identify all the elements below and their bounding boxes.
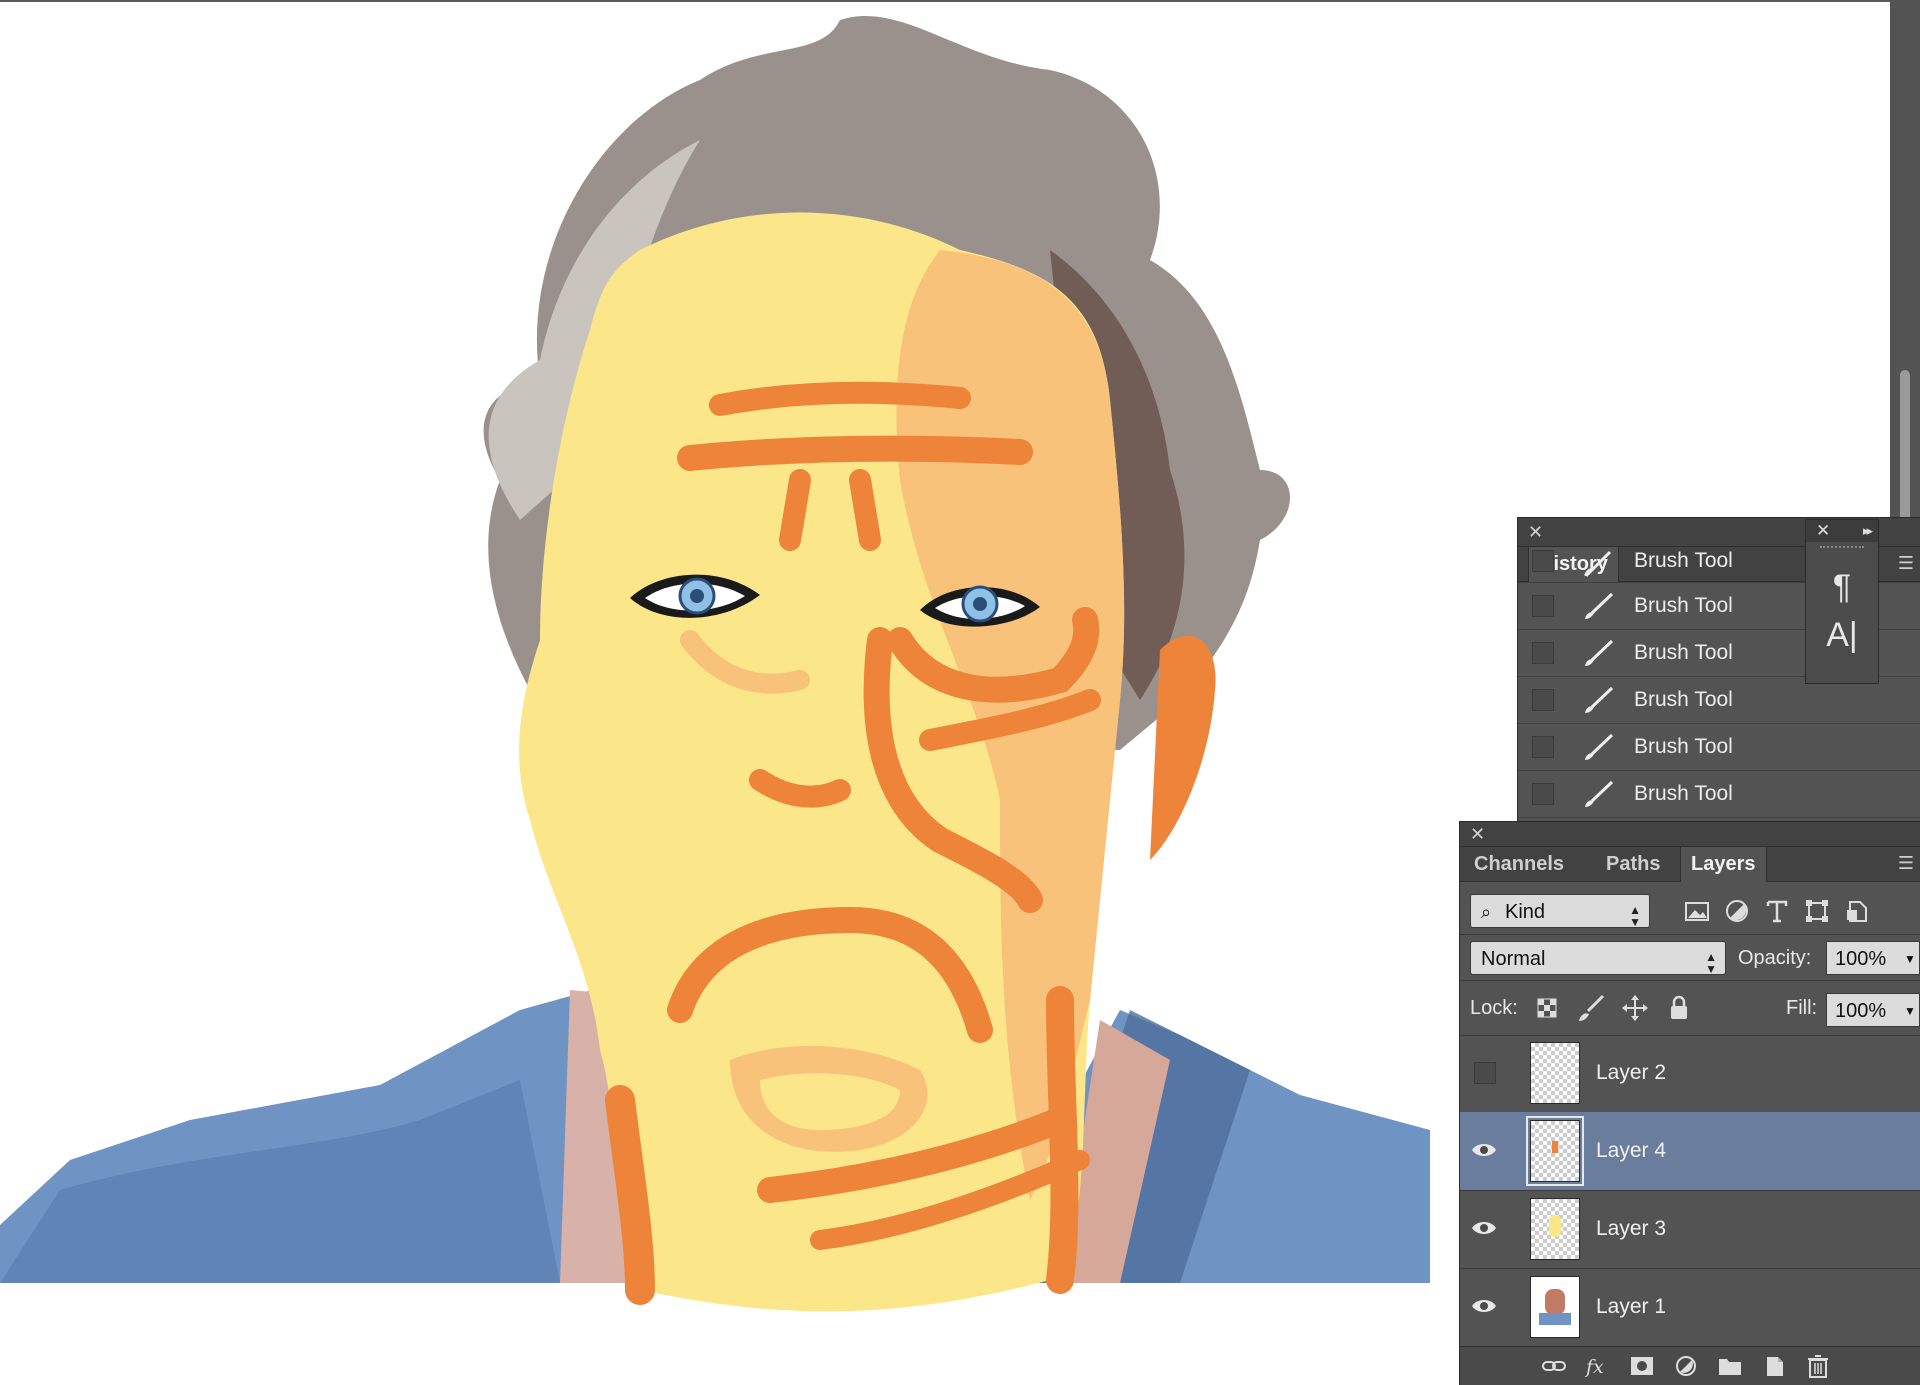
history-item-label: Brush Tool [1634,688,1733,711]
search-icon: ⌕ [1481,902,1492,922]
lock-row: Lock: Fill: 100% ▼ [1460,980,1920,1036]
layer-thumbnail [1526,1116,1584,1186]
smart-object-filter-icon[interactable] [1842,896,1872,926]
portrait-artwork [0,15,1430,1312]
trash-icon[interactable] [1804,1353,1832,1379]
new-group-folder-icon[interactable] [1716,1353,1744,1379]
brush-icon [1585,780,1614,807]
layer-name[interactable]: Layer 2 [1596,1034,1666,1112]
character-panel-close-icon[interactable]: ✕ [1816,520,1830,542]
lock-transparent-pixels-icon[interactable] [1532,993,1562,1023]
paragraph-icon[interactable]: ¶ [1806,568,1878,607]
history-snapshot-checkbox[interactable] [1532,642,1554,664]
blend-mode-select[interactable]: Normal ▲ ▼ [1470,941,1726,975]
forehead-line-2 [677,435,1033,471]
blend-row: Normal ▲ ▼ Opacity: 100% ▼ [1460,934,1920,981]
history-snapshot-checkbox[interactable] [1532,783,1554,805]
history-item[interactable]: Brush Tool [1518,724,1920,771]
add-mask-icon[interactable] [1628,1353,1656,1379]
opacity-field[interactable]: 100% ▼ [1826,941,1920,975]
tab-paths[interactable]: Paths [1596,847,1670,881]
chevron-down-icon[interactable]: ▼ [1901,994,1919,1028]
fill-value: 100% [1835,1000,1887,1022]
layer-style-fx-icon[interactable]: fx [1584,1353,1612,1379]
layer-row-layer-2[interactable]: Layer 2 [1460,1034,1920,1113]
lock-label: Lock: [1470,997,1518,1019]
pixel-layer-filter-icon[interactable] [1682,896,1712,926]
character-panel-titlebar: ✕ ▸▸ [1806,520,1878,542]
lock-position-icon[interactable] [1620,993,1650,1023]
fill-label: Fill: [1786,997,1818,1019]
history-item[interactable]: Brush Tool [1518,771,1920,818]
tab-layers[interactable]: Layers [1680,847,1767,882]
forehead-line-1 [709,381,971,416]
brush-icon [1585,733,1614,760]
layer-row-layer-3[interactable]: Layer 3 [1460,1190,1920,1269]
fill-field[interactable]: 100% ▼ [1826,993,1920,1027]
eye-icon[interactable] [1470,1138,1498,1162]
brush-icon [1584,550,1612,577]
history-item-label: Brush Tool [1634,735,1733,758]
layer-name[interactable]: Layer 4 [1596,1112,1666,1190]
new-layer-icon[interactable] [1760,1353,1788,1379]
history-snapshot-checkbox[interactable] [1532,689,1554,711]
character-icon[interactable]: A| [1806,616,1878,655]
eye-icon[interactable] [1470,1294,1498,1318]
neck-right-stripe [1046,986,1079,1294]
blend-mode-value: Normal [1481,948,1546,970]
lock-image-pixels-icon[interactable] [1576,993,1606,1023]
layer-filter-row: ⌕ Kind ▲ ▼ [1460,888,1920,934]
shape-layer-filter-icon[interactable] [1802,896,1832,926]
layers-panel-titlebar: ✕ [1460,822,1920,847]
type-layer-filter-icon[interactable] [1762,896,1792,926]
history-snapshot-checkbox[interactable] [1532,595,1554,617]
brush-icon [1585,639,1614,666]
brow-crease-right [849,469,881,551]
layer-thumbnail [1530,1042,1580,1104]
ear [1150,635,1216,860]
chevron-updown-icon: ▲ ▼ [1705,950,1717,976]
history-close-icon[interactable]: ✕ [1528,522,1543,542]
layers-bottom-toolbar: fx [1460,1346,1920,1385]
eye-icon[interactable] [1470,1216,1498,1240]
filter-kind-select[interactable]: ⌕ Kind ▲ ▼ [1470,894,1650,928]
layer-thumbnail [1530,1276,1580,1338]
layer-thumbnail [1530,1198,1580,1260]
new-adjustment-layer-icon[interactable] [1672,1353,1700,1379]
chevron-updown-icon: ▲ ▼ [1629,903,1641,929]
layers-panel-tabs: Channels Paths Layers ☰ [1460,847,1920,882]
history-item[interactable]: Brush Tool [1518,677,1920,724]
character-mini-panel: ✕ ▸▸ ¶ A| [1806,520,1878,683]
brush-icon [1585,592,1614,619]
panel-grip[interactable] [1820,546,1864,560]
history-snapshot-checkbox[interactable] [1532,736,1554,758]
filter-kind-value: Kind [1505,901,1546,923]
expand-panels-icon[interactable]: ▸▸ [1863,520,1873,542]
link-layers-icon[interactable] [1540,1353,1568,1379]
tab-channels[interactable]: Channels [1464,847,1574,881]
svg-text:fx: fx [1584,1356,1604,1378]
layers-panel-menu-icon[interactable]: ☰ [1898,853,1914,874]
history-item-label: Brush Tool [1634,594,1733,617]
history-item-label: Brush Tool [1634,549,1733,572]
layer-row-layer-1[interactable]: Layer 1 [1460,1268,1920,1346]
adjustment-layer-filter-icon[interactable] [1722,896,1752,926]
brush-icon [1585,686,1614,713]
visibility-toggle-off[interactable] [1474,1062,1496,1084]
layers-close-icon[interactable]: ✕ [1470,824,1485,844]
layer-name[interactable]: Layer 1 [1596,1268,1666,1346]
brow-crease-left [779,469,811,551]
layer-name[interactable]: Layer 3 [1596,1190,1666,1268]
layers-panel: ✕ Channels Paths Layers ☰ ⌕ Kind ▲ ▼ Norm… [1460,822,1920,1385]
layer-row-layer-4[interactable]: Layer 4 [1460,1112,1920,1191]
scrollbar-thumb[interactable] [1900,370,1910,525]
chevron-down-icon[interactable]: ▼ [1901,942,1919,976]
opacity-value: 100% [1835,948,1887,970]
layers-list: Layer 2 Layer 4 Layer 3 Layer 1 [1460,1034,1920,1346]
lock-all-icon[interactable] [1664,993,1694,1023]
history-item-label: Brush Tool [1634,641,1733,664]
history-item-label: Brush Tool [1634,782,1733,805]
opacity-label: Opacity: [1738,947,1812,969]
history-snapshot-checkbox[interactable] [1532,550,1554,572]
